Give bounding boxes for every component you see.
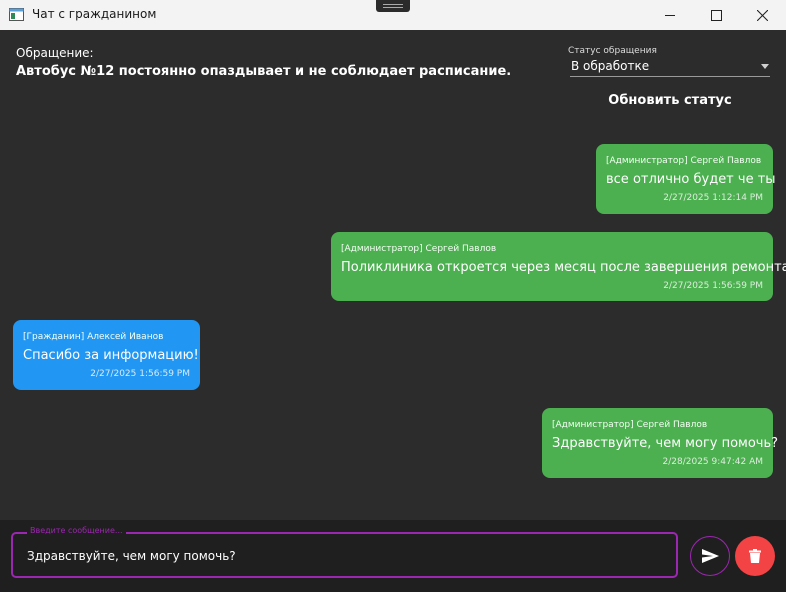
trash-icon <box>749 549 761 563</box>
message-input-label: Введите сообщение... <box>27 526 126 535</box>
message-bubble: [Администратор] Сергей Павлов Поликлиник… <box>331 232 786 301</box>
maximize-icon <box>710 9 722 21</box>
message-author: [Администратор] Сергей Павлов <box>341 244 497 254</box>
message-timestamp: 2/27/2025 1:56:59 PM <box>663 281 763 291</box>
message-input-box: Введите сообщение... <box>11 526 678 578</box>
send-icon <box>701 549 719 563</box>
message-timestamp: 2/27/2025 1:12:14 PM <box>663 193 763 203</box>
request-label: Обращение: <box>16 46 94 60</box>
message-text: все отлично будет че ты <box>606 172 776 187</box>
message-text: Поликлиника откроется через месяц после … <box>341 260 786 275</box>
message-text: Здравствуйте, чем могу помочь? <box>552 436 779 451</box>
update-status-button[interactable]: Обновить статус <box>600 90 740 112</box>
chevron-down-icon <box>761 64 769 69</box>
message-bubble: [Администратор] Сергей Павлов все отличн… <box>596 144 776 214</box>
close-icon <box>756 9 768 21</box>
window-snap-handle[interactable] <box>376 0 410 12</box>
minimize-icon <box>664 14 675 16</box>
message-timestamp: 2/27/2025 1:56:59 PM <box>90 369 190 379</box>
composer-bar: Введите сообщение... <box>0 520 786 592</box>
close-button[interactable] <box>739 0 785 30</box>
status-dropdown[interactable]: В обработке <box>570 57 770 77</box>
message-author: [Администратор] Сергей Павлов <box>552 420 708 430</box>
window-title: Чат с гражданином <box>32 7 157 21</box>
request-text: Автобус №12 постоянно опаздывает и не со… <box>16 64 512 79</box>
message-bubble: [Администратор] Сергей Павлов Здравствуй… <box>542 408 778 478</box>
title-bar: Чат с гражданином <box>0 0 786 30</box>
request-header: Обращение: Автобус №12 постоянно опаздыв… <box>0 30 786 120</box>
status-label: Статус обращения <box>568 46 657 56</box>
app-window-icon <box>9 8 24 21</box>
delete-button[interactable] <box>735 536 775 576</box>
message-text: Спасибо за информацию! <box>23 348 199 363</box>
message-author: [Гражданин] Алексей Иванов <box>23 332 164 342</box>
message-timestamp: 2/28/2025 9:47:42 AM <box>662 457 764 467</box>
message-input[interactable] <box>27 546 657 566</box>
status-value: В обработке <box>571 59 650 73</box>
maximize-button[interactable] <box>693 0 739 30</box>
send-button[interactable] <box>690 536 730 576</box>
minimize-button[interactable] <box>647 0 693 30</box>
message-author: [Администратор] Сергей Павлов <box>606 156 762 166</box>
message-bubble: [Гражданин] Алексей Иванов Спасибо за ин… <box>13 320 200 390</box>
